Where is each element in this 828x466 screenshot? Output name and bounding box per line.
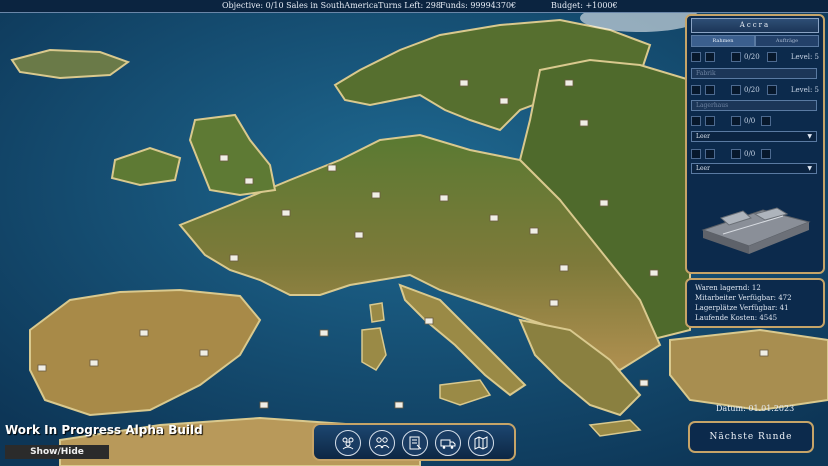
slot-3-row: 0/0: [691, 116, 819, 126]
slot-4-count: 0/0: [744, 150, 756, 158]
slot-2-type-select[interactable]: Lagerhaus: [691, 100, 817, 111]
slot-1-type-select[interactable]: Fabrik: [691, 68, 817, 79]
slot-4-type: Leer: [696, 165, 710, 172]
slot-2-row: 0/20 Level: 5: [691, 85, 819, 95]
slot-1-box-b[interactable]: [705, 52, 715, 62]
slot-2-count: 0/20: [744, 86, 760, 94]
top-status-bar: Objective: 0/10 Sales in SouthAmericaTur…: [0, 0, 828, 13]
show-hide-button[interactable]: Show/Hide: [5, 445, 109, 459]
map-icon: [474, 436, 488, 450]
tab-rahmen[interactable]: Rahmen: [691, 35, 755, 47]
slot-3-type-select[interactable]: Leer ▼: [691, 131, 817, 142]
slot-2-box-b[interactable]: [705, 85, 715, 95]
logistics-button[interactable]: [435, 430, 461, 456]
slot-3-box-d[interactable]: [761, 116, 771, 126]
chevron-down-icon: ▼: [807, 165, 812, 172]
slot-1-count: 0/20: [744, 53, 760, 61]
funds-text: Funds: 99994370€: [440, 1, 517, 10]
group-icon: [342, 437, 354, 450]
slot-3-box-c[interactable]: [731, 116, 741, 126]
slot-1-box-a[interactable]: [691, 52, 701, 62]
objective-text: Objective: 0/10 Sales in SouthAmericaTur…: [222, 1, 441, 10]
next-round-button[interactable]: Nächste Runde: [688, 421, 814, 453]
slot-3-box-a[interactable]: [691, 116, 701, 126]
warehouse-stats: Waren lagernd: 12 Mitarbeiter Verfügbar:…: [685, 278, 825, 328]
slot-1-box-d[interactable]: [767, 52, 777, 62]
land-corsica: [369, 302, 385, 323]
slot-4-row: 0/0: [691, 149, 819, 159]
slot-4-box-a[interactable]: [691, 149, 701, 159]
slot-2-box-d[interactable]: [767, 85, 777, 95]
building-preview: [701, 207, 811, 254]
slot-2-level: Level: 5: [790, 86, 819, 94]
slot-2-box-c[interactable]: [731, 85, 741, 95]
stat-lager: Lagerplätze Verfügbar: 41: [695, 304, 789, 312]
slot-1-level: Level: 5: [790, 53, 819, 61]
stat-mitarbeiter: Mitarbeiter Verfügbar: 472: [695, 294, 792, 302]
document-icon: [409, 436, 422, 450]
people-button[interactable]: [369, 430, 395, 456]
wip-label: Work In Progress Alpha Build: [5, 423, 203, 437]
map-button[interactable]: [468, 430, 494, 456]
slot-1-type: Fabrik: [696, 70, 716, 77]
truck-icon: [440, 439, 456, 449]
slot-3-type: Leer: [696, 133, 710, 140]
stat-waren: Waren lagernd: 12: [695, 284, 761, 292]
slot-3-box-b[interactable]: [705, 116, 715, 126]
people-icon: [374, 437, 390, 449]
slot-1-box-c[interactable]: [731, 52, 741, 62]
slot-2-type: Lagerhaus: [696, 102, 729, 109]
stat-kosten: Laufende Kosten: 4545: [695, 314, 778, 322]
slot-4-type-select[interactable]: Leer ▼: [691, 163, 817, 174]
land-turkey: [669, 328, 828, 412]
slot-1-row: 0/20 Level: 5: [691, 52, 819, 62]
city-panel: Accra Rahmen Aufträge 0/20 Level: 5 Fabr…: [685, 14, 825, 274]
date-label: Datum: 01.01.2023: [716, 404, 795, 413]
action-toolbar: [312, 423, 516, 461]
city-title: Accra: [691, 18, 819, 33]
slot-4-box-c[interactable]: [731, 149, 741, 159]
slot-2-box-a[interactable]: [691, 85, 701, 95]
contracts-button[interactable]: [402, 430, 428, 456]
group-button[interactable]: [335, 430, 361, 456]
slot-3-count: 0/0: [744, 117, 756, 125]
slot-4-box-b[interactable]: [705, 149, 715, 159]
tab-auftraege[interactable]: Aufträge: [755, 35, 819, 47]
slot-4-box-d[interactable]: [761, 149, 771, 159]
panel-tabs: Rahmen Aufträge: [691, 35, 819, 47]
chevron-down-icon: ▼: [807, 133, 812, 140]
budget-text: Budget: +1000€: [551, 1, 618, 10]
